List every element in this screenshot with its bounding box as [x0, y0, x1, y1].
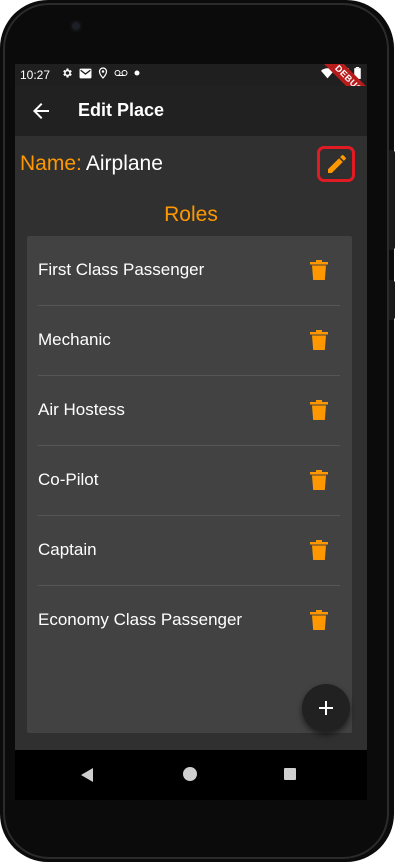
nav-home-icon[interactable]: [183, 767, 197, 781]
arrow-back-icon[interactable]: [29, 99, 53, 123]
power-button: [389, 280, 395, 320]
nav-recents-icon[interactable]: [284, 768, 296, 780]
trash-icon[interactable]: [310, 610, 328, 630]
app-screen: 10:27 DEBUG Edit Place Name: Airplane Rol…: [15, 64, 367, 800]
list-item[interactable]: Co-Pilot: [38, 446, 340, 516]
plus-icon: [319, 701, 333, 715]
trash-icon[interactable]: [310, 400, 328, 420]
page-title: Edit Place: [78, 100, 165, 120]
role-label: Air Hostess: [38, 400, 125, 419]
list-item[interactable]: First Class Passenger: [38, 236, 340, 306]
place-name-label: Name:: [20, 152, 82, 175]
role-label: Mechanic: [38, 330, 111, 349]
list-item[interactable]: Captain: [38, 516, 340, 586]
trash-icon[interactable]: [310, 470, 328, 490]
settings-icon: [63, 68, 72, 78]
status-time: 10:27: [20, 68, 51, 82]
dot-icon: [134, 70, 140, 76]
roles-list: First Class Passenger Mechanic Air Hoste…: [27, 236, 352, 733]
app-bar: Edit Place: [15, 86, 367, 136]
voicemail-icon: [114, 70, 128, 76]
status-notification-icons: [61, 67, 140, 79]
system-navigation-bar: [15, 750, 367, 800]
trash-icon[interactable]: [310, 330, 328, 350]
role-label: Co-Pilot: [38, 470, 99, 489]
nav-back-icon[interactable]: [78, 766, 96, 784]
pencil-icon[interactable]: [325, 152, 349, 176]
add-role-button[interactable]: [302, 684, 350, 732]
location-icon: [98, 67, 108, 79]
trash-icon[interactable]: [310, 260, 328, 280]
place-name-row: Name: Airplane: [20, 152, 163, 176]
trash-icon[interactable]: [310, 540, 328, 560]
role-label: First Class Passenger: [38, 260, 205, 279]
list-item[interactable]: Economy Class Passenger: [38, 586, 340, 656]
front-camera: [70, 20, 82, 32]
list-item[interactable]: Air Hostess: [38, 376, 340, 446]
gmail-icon: [79, 68, 92, 78]
role-label: Captain: [38, 540, 97, 559]
status-bar: 10:27 DEBUG: [15, 64, 367, 113]
list-item[interactable]: Mechanic: [38, 306, 340, 376]
role-label: Economy Class Passenger: [38, 610, 243, 629]
volume-button: [389, 150, 395, 250]
roles-heading: Roles: [164, 203, 218, 226]
place-name-value: Airplane: [85, 152, 163, 175]
